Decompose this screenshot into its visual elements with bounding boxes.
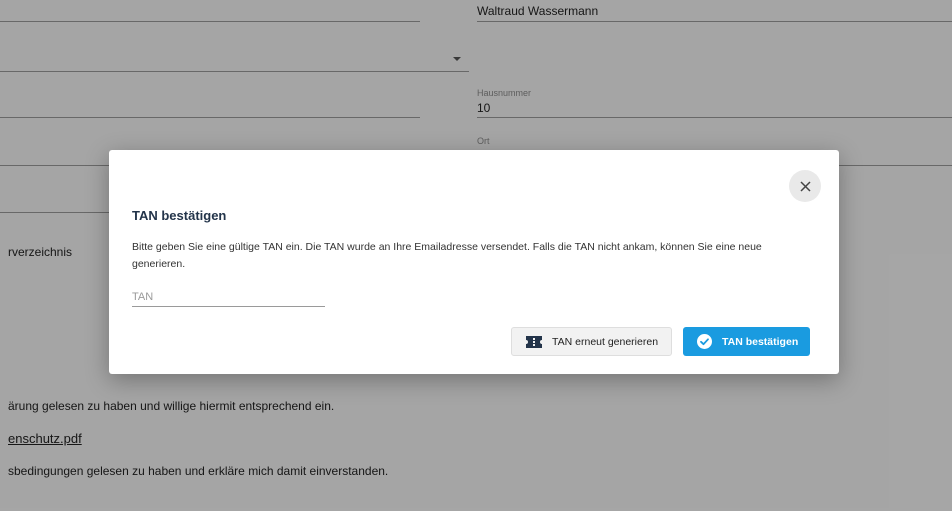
check-circle-icon xyxy=(697,334,712,349)
ticket-icon xyxy=(526,335,542,348)
regenerate-tan-button[interactable]: TAN erneut generieren xyxy=(511,327,672,356)
confirm-tan-label: TAN bestätigen xyxy=(722,335,799,348)
close-button[interactable] xyxy=(789,170,821,202)
close-icon xyxy=(799,180,811,192)
dialog-description: Bitte geben Sie eine gültige TAN ein. Di… xyxy=(132,241,762,270)
dialog-title: TAN bestätigen xyxy=(132,208,227,223)
confirm-tan-button[interactable]: TAN bestätigen xyxy=(683,327,810,356)
regenerate-tan-label: TAN erneut generieren xyxy=(552,335,659,348)
tan-dialog: TAN bestätigen Bitte geben Sie eine gült… xyxy=(109,150,839,374)
tan-input[interactable] xyxy=(132,287,325,307)
